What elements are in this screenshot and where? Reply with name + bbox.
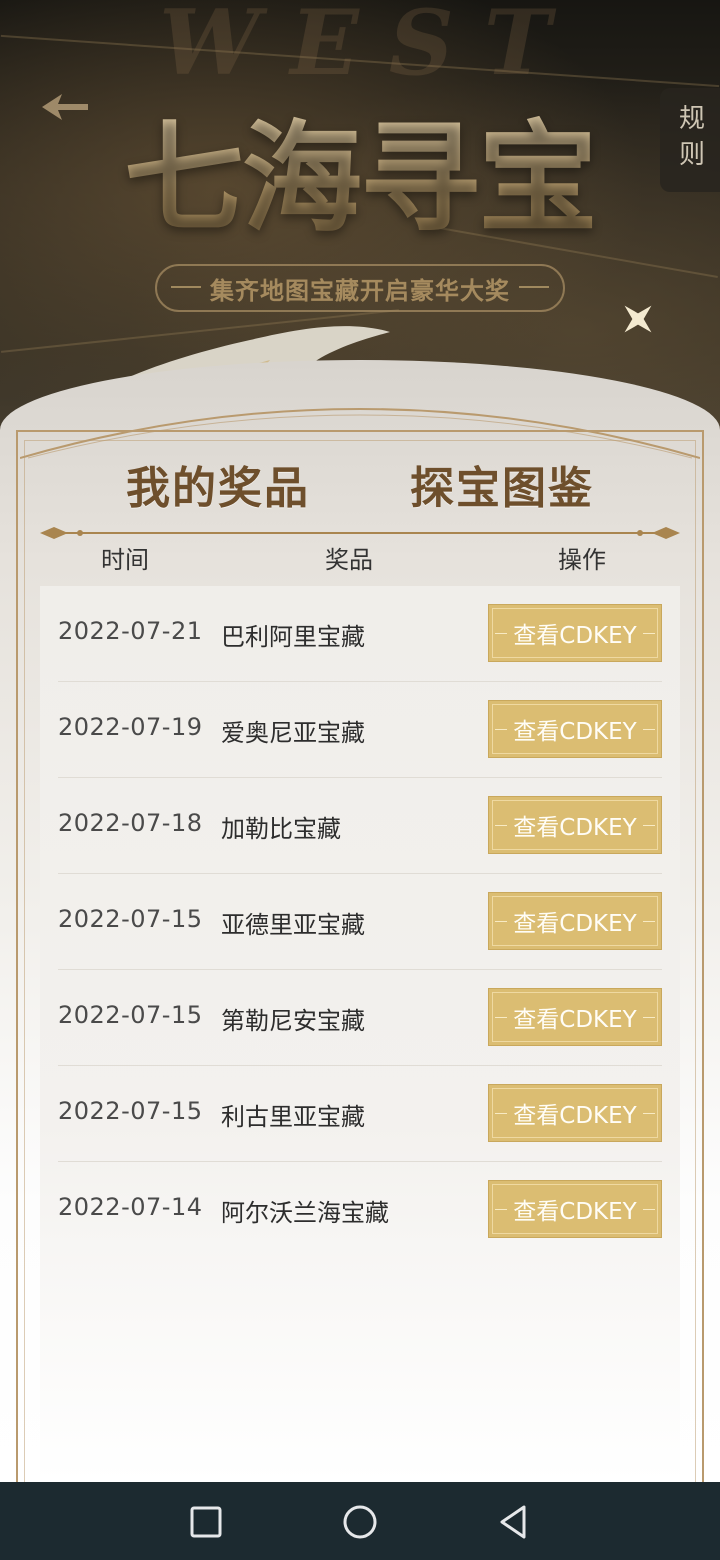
row-date: 2022-07-15 [58, 905, 203, 933]
tab-my-prizes[interactable]: 我的奖品 [126, 452, 310, 516]
row-prize: 第勒尼安宝藏 [221, 1007, 365, 1035]
page-title: 七海寻宝 [100, 105, 620, 255]
table-row: 2022-07-14 阿尔沃兰海宝藏 查看CDKEY [58, 1162, 662, 1258]
row-prize: 巴利阿里宝藏 [221, 623, 365, 651]
row-date: 2022-07-18 [58, 809, 203, 837]
view-cdkey-button[interactable]: 查看CDKEY [488, 604, 662, 662]
row-prize: 利古里亚宝藏 [221, 1103, 365, 1131]
close-star-icon[interactable] [615, 296, 661, 342]
table-row: 2022-07-18 加勒比宝藏 查看CDKEY [58, 778, 662, 874]
table-row: 2022-07-15 第勒尼安宝藏 查看CDKEY [58, 970, 662, 1066]
system-navigation-bar [0, 1482, 720, 1560]
view-cdkey-button[interactable]: 查看CDKEY [488, 892, 662, 950]
rules-button[interactable]: 规则 [660, 88, 720, 192]
table-row: 2022-07-15 亚德里亚宝藏 查看CDKEY [58, 874, 662, 970]
row-date: 2022-07-14 [58, 1193, 203, 1221]
view-cdkey-button[interactable]: 查看CDKEY [488, 796, 662, 854]
prize-table: 2022-07-21 巴利阿里宝藏 查看CDKEY 2022-07-19 爱奥尼… [40, 586, 680, 1482]
row-date: 2022-07-19 [58, 713, 203, 741]
table-row: 2022-07-21 巴利阿里宝藏 查看CDKEY [58, 586, 662, 682]
view-cdkey-button[interactable]: 查看CDKEY [488, 1180, 662, 1238]
circle-icon[interactable] [338, 1500, 382, 1544]
row-prize: 加勒比宝藏 [221, 815, 341, 843]
row-prize: 阿尔沃兰海宝藏 [221, 1199, 389, 1227]
table-row: 2022-07-15 利古里亚宝藏 查看CDKEY [58, 1066, 662, 1162]
row-prize: 亚德里亚宝藏 [221, 911, 365, 939]
triangle-back-icon[interactable] [492, 1500, 536, 1544]
section-divider [40, 527, 680, 539]
table-row: 2022-07-19 爱奥尼亚宝藏 查看CDKEY [58, 682, 662, 778]
row-date: 2022-07-21 [58, 617, 203, 645]
column-header-action: 操作 [558, 546, 606, 574]
row-date: 2022-07-15 [58, 1097, 203, 1125]
background-lettering: WEST [159, 0, 581, 96]
view-cdkey-button[interactable]: 查看CDKEY [488, 988, 662, 1046]
view-cdkey-button[interactable]: 查看CDKEY [488, 700, 662, 758]
column-header-time: 时间 [101, 546, 149, 574]
square-icon[interactable] [184, 1500, 228, 1544]
view-cdkey-button[interactable]: 查看CDKEY [488, 1084, 662, 1142]
arrow-decoration-icon [42, 94, 88, 120]
row-date: 2022-07-15 [58, 1001, 203, 1029]
row-prize: 爱奥尼亚宝藏 [221, 719, 365, 747]
tab-treasure-atlas[interactable]: 探宝图鉴 [410, 452, 594, 516]
column-header-prize: 奖品 [325, 546, 373, 574]
